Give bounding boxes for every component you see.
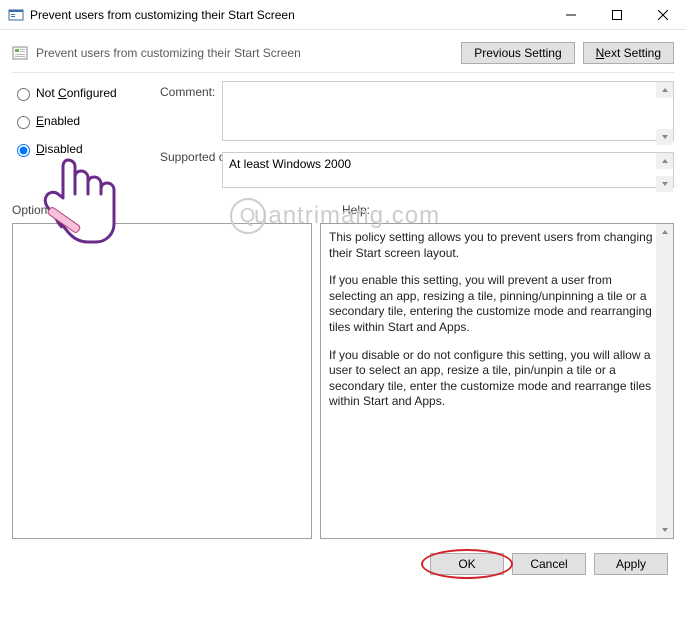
scroll-down-icon[interactable] bbox=[656, 522, 673, 538]
help-text: If you enable this setting, you will pre… bbox=[329, 273, 653, 335]
apply-button[interactable]: Apply bbox=[594, 553, 668, 575]
options-pane bbox=[12, 223, 312, 539]
radio-disabled[interactable]: Disabled bbox=[12, 141, 160, 157]
help-text: If you disable or do not configure this … bbox=[329, 348, 653, 410]
dialog-button-row: OK Cancel Apply bbox=[12, 553, 668, 575]
policy-title: Prevent users from customizing their Sta… bbox=[36, 46, 461, 60]
divider bbox=[12, 72, 674, 73]
scroll-up-icon[interactable] bbox=[656, 224, 673, 240]
maximize-button[interactable] bbox=[594, 0, 640, 30]
window-titlebar: Prevent users from customizing their Sta… bbox=[0, 0, 686, 30]
cancel-button[interactable]: Cancel bbox=[512, 553, 586, 575]
next-setting-button[interactable]: Next Setting bbox=[583, 42, 674, 64]
supported-scrollbar[interactable] bbox=[656, 153, 673, 192]
help-scrollbar[interactable] bbox=[656, 224, 673, 538]
previous-setting-button[interactable]: Previous Setting bbox=[461, 42, 574, 64]
radio-enabled[interactable]: Enabled bbox=[12, 113, 160, 129]
help-text: This policy setting allows you to preven… bbox=[329, 230, 653, 261]
comment-label: Comment: bbox=[160, 81, 222, 146]
ok-button[interactable]: OK bbox=[430, 553, 504, 575]
window-icon bbox=[8, 7, 24, 23]
supported-on-value bbox=[222, 152, 674, 188]
scroll-down-icon[interactable] bbox=[656, 176, 673, 192]
comment-textarea[interactable] bbox=[222, 81, 674, 141]
radio-not-configured[interactable]: Not Configured bbox=[12, 85, 160, 101]
options-label: Options: bbox=[12, 203, 312, 217]
comment-scrollbar[interactable] bbox=[656, 82, 673, 145]
scroll-up-icon[interactable] bbox=[656, 82, 673, 98]
help-pane: This policy setting allows you to preven… bbox=[320, 223, 674, 539]
state-radio-group: Not Configured Enabled Disabled bbox=[12, 81, 160, 193]
supported-on-field bbox=[222, 152, 674, 193]
scrollbar-track[interactable] bbox=[656, 240, 673, 522]
comment-field[interactable] bbox=[222, 81, 674, 146]
close-button[interactable] bbox=[640, 0, 686, 30]
supported-on-label: Supported on: bbox=[160, 146, 222, 193]
policy-header: Prevent users from customizing their Sta… bbox=[12, 42, 674, 64]
scroll-up-icon[interactable] bbox=[656, 153, 673, 169]
help-label: Help: bbox=[312, 203, 370, 217]
policy-icon bbox=[12, 45, 28, 61]
minimize-button[interactable] bbox=[548, 0, 594, 30]
window-title: Prevent users from customizing their Sta… bbox=[30, 8, 548, 22]
scroll-down-icon[interactable] bbox=[656, 129, 673, 145]
